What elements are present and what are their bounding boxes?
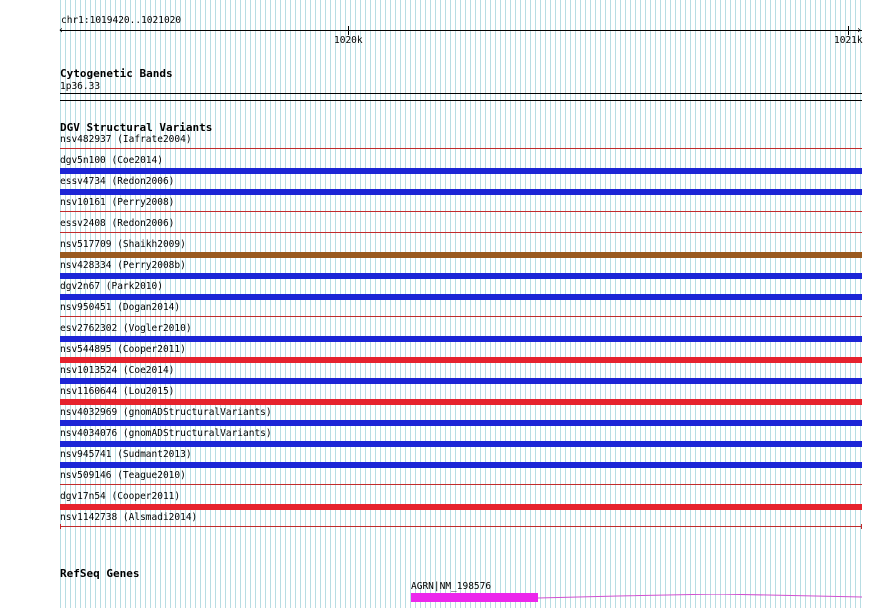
dgv-track-title: DGV Structural Variants: [60, 121, 213, 134]
dgv-variant-label[interactable]: nsv945741 (Sudmant2013): [60, 449, 192, 460]
dgv-variant-label[interactable]: essv4734 (Redon2006): [60, 176, 174, 187]
dgv-variant-label[interactable]: nsv10161 (Perry2008): [60, 197, 174, 208]
dgv-variant-label[interactable]: nsv1013524 (Coe2014): [60, 365, 174, 376]
dgv-variant-label[interactable]: dgv2n67 (Park2010): [60, 281, 163, 292]
gene-intron-line[interactable]: [538, 594, 862, 600]
cytoband-label: 1p36.33: [60, 81, 101, 92]
gene-exon-block[interactable]: [411, 593, 538, 602]
dgv-variant-label[interactable]: nsv1160644 (Lou2015): [60, 386, 174, 397]
dgv-variant-label[interactable]: nsv544895 (Cooper2011): [60, 344, 186, 355]
dgv-variant-label[interactable]: nsv1142738 (Alsmadi2014): [60, 512, 197, 523]
ruler-tick-major: [848, 26, 849, 35]
cytoband-track-title: Cytogenetic Bands: [60, 67, 173, 80]
scroll-left-arrow[interactable]: ‹: [58, 26, 64, 36]
dgv-variant-label[interactable]: essv2408 (Redon2006): [60, 218, 174, 229]
dgv-variant-bar[interactable]: [60, 526, 862, 527]
ruler-tick-label: 1021k: [834, 35, 863, 46]
dgv-variant-bar[interactable]: [60, 462, 862, 468]
dgv-variant-bar[interactable]: [60, 211, 862, 212]
dgv-variant-endcap: [861, 524, 862, 529]
dgv-variant-bar[interactable]: [60, 357, 862, 363]
dgv-variant-bar[interactable]: [60, 336, 862, 342]
dgv-variant-bar[interactable]: [60, 504, 862, 510]
dgv-variant-label[interactable]: nsv4032969 (gnomADStructuralVariants): [60, 407, 272, 418]
position-label: chr1:1019420..1021020: [61, 15, 182, 26]
ruler-tick-label: 1020k: [334, 35, 363, 46]
dgv-variant-label[interactable]: nsv4034076 (gnomADStructuralVariants): [60, 428, 272, 439]
dgv-variant-endcap: [60, 524, 61, 529]
dgv-variant-bar[interactable]: [60, 148, 862, 149]
dgv-variant-bar[interactable]: [60, 484, 862, 485]
dgv-variant-label[interactable]: nsv482937 (Iafrate2004): [60, 134, 192, 145]
ruler-axis: [60, 30, 862, 31]
dgv-variant-label[interactable]: nsv428334 (Perry2008b): [60, 260, 186, 271]
dgv-variant-bar[interactable]: [60, 294, 862, 300]
dgv-variant-label[interactable]: nsv950451 (Dogan2014): [60, 302, 180, 313]
gene-label[interactable]: AGRN|NM_198576: [411, 581, 491, 592]
dgv-variant-bar[interactable]: [60, 378, 862, 384]
dgv-variant-bar[interactable]: [60, 399, 862, 405]
dgv-variant-bar[interactable]: [60, 252, 862, 258]
dgv-variant-bar[interactable]: [60, 189, 862, 195]
dgv-variant-label[interactable]: dgv17n54 (Cooper2011): [60, 491, 180, 502]
track-separator: [60, 100, 862, 101]
dgv-variant-bar[interactable]: [60, 273, 862, 279]
dgv-variant-label[interactable]: nsv509146 (Teague2010): [60, 470, 186, 481]
dgv-variant-label[interactable]: esv2762302 (Vogler2010): [60, 323, 192, 334]
dgv-variant-label[interactable]: dgv5n100 (Coe2014): [60, 155, 163, 166]
cytoband-bar[interactable]: [60, 93, 862, 94]
refseq-track-title: RefSeq Genes: [60, 567, 140, 580]
dgv-variant-bar[interactable]: [60, 168, 862, 174]
ruler-tick-major: [348, 26, 349, 35]
dgv-variant-bar[interactable]: [60, 232, 862, 233]
dgv-variant-bar[interactable]: [60, 316, 862, 317]
dgv-variant-bar[interactable]: [60, 420, 862, 426]
dgv-variant-label[interactable]: nsv517709 (Shaikh2009): [60, 239, 186, 250]
dgv-variant-bar[interactable]: [60, 441, 862, 447]
